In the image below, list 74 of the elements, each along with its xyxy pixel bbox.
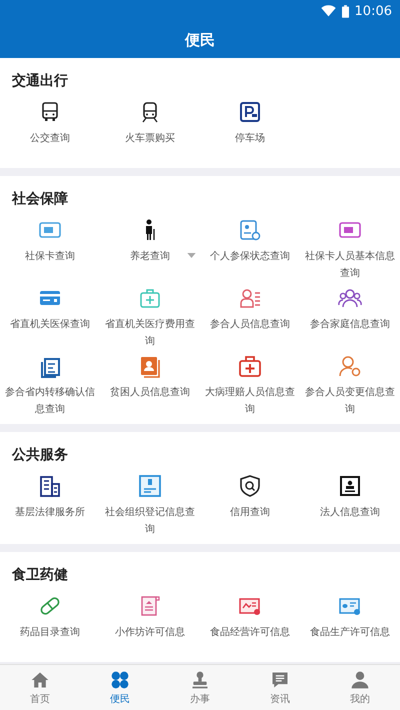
service-item[interactable]: 停车场 bbox=[200, 100, 300, 162]
service-item[interactable]: 个人参保状态查询 bbox=[200, 218, 300, 282]
service-label: 食品生产许可信息 bbox=[309, 626, 391, 640]
portrait-icon bbox=[138, 354, 162, 378]
page-title: 便民 bbox=[185, 30, 215, 50]
service-item[interactable]: 社会组织登记信息查询 bbox=[100, 474, 200, 538]
service-label: 药品目录查询 bbox=[19, 626, 81, 640]
stamp-icon bbox=[190, 670, 210, 690]
service-label: 火车票购买 bbox=[124, 132, 176, 146]
service-item[interactable]: 食品经营许可信息 bbox=[200, 594, 300, 656]
nav-tab[interactable]: 便民 bbox=[80, 665, 160, 710]
service-item[interactable]: 参合人员变更信息查询 bbox=[300, 354, 400, 418]
service-label: 参合家庭信息查询 bbox=[309, 318, 391, 332]
service-item[interactable]: 公交查询 bbox=[0, 100, 100, 162]
person-gear-icon bbox=[338, 354, 362, 378]
service-label: 省直机关医疗费用查询 bbox=[104, 318, 196, 349]
service-label: 食品经营许可信息 bbox=[209, 626, 291, 640]
service-item[interactable]: 参合人员信息查询 bbox=[200, 286, 300, 350]
certificate-icon bbox=[138, 474, 162, 498]
section-title: 社会保障 bbox=[10, 190, 68, 208]
service-label: 参合人员变更信息查询 bbox=[304, 386, 396, 417]
person-icon bbox=[350, 670, 370, 690]
nav-tab[interactable]: 资讯 bbox=[240, 665, 320, 710]
service-label: 个人参保状态查询 bbox=[209, 250, 291, 264]
nav-tab[interactable]: 我的 bbox=[320, 665, 400, 710]
shield-search-icon bbox=[238, 474, 262, 498]
status-time: 10:06 bbox=[354, 4, 392, 18]
service-label: 法人信息查询 bbox=[319, 506, 381, 520]
service-label: 社会组织登记信息查询 bbox=[104, 506, 196, 537]
service-label: 大病理赔人员信息查询 bbox=[204, 386, 296, 417]
service-label: 社保卡查询 bbox=[24, 250, 76, 264]
service-item[interactable]: 小作坊许可信息 bbox=[100, 594, 200, 656]
service-label: 参合省内转移确认信息查询 bbox=[4, 386, 96, 417]
service-item[interactable]: 火车票购买 bbox=[100, 100, 200, 162]
service-item[interactable]: 省直机关医疗费用查询 bbox=[100, 286, 200, 350]
service-item[interactable]: 参合省内转移确认信息查询 bbox=[0, 354, 100, 418]
service-label: 参合人员信息查询 bbox=[209, 318, 291, 332]
profile-card-icon bbox=[338, 474, 362, 498]
wifi-icon bbox=[320, 5, 336, 17]
first-aid-kit-icon bbox=[238, 354, 262, 378]
service-label: 贫困人员信息查询 bbox=[109, 386, 191, 400]
service-label: 养老查询 bbox=[129, 250, 171, 264]
service-item[interactable]: 大病理赔人员信息查询 bbox=[200, 354, 300, 418]
building-icon bbox=[38, 474, 62, 498]
service-item[interactable]: 养老查询 bbox=[100, 218, 200, 282]
battery-icon bbox=[342, 4, 349, 18]
service-label: 停车场 bbox=[234, 132, 266, 146]
id-card-icon bbox=[238, 218, 262, 242]
service-label: 小作坊许可信息 bbox=[114, 626, 186, 640]
four-leaf-grid-icon bbox=[110, 670, 130, 690]
service-label: 公交查询 bbox=[29, 132, 71, 146]
service-item[interactable]: 贫困人员信息查询 bbox=[100, 354, 200, 418]
message-icon bbox=[270, 670, 290, 690]
section-title: 公共服务 bbox=[10, 446, 68, 464]
service-item[interactable]: 社保卡查询 bbox=[0, 218, 100, 282]
section-title: 交通出行 bbox=[11, 72, 68, 90]
home-icon bbox=[30, 670, 50, 690]
service-item[interactable]: 药品目录查询 bbox=[0, 594, 100, 656]
service-item[interactable]: 基层法律服务所 bbox=[0, 474, 100, 538]
service-item[interactable]: 参合家庭信息查询 bbox=[300, 286, 400, 350]
service-label: 信用查询 bbox=[229, 506, 271, 520]
service-item[interactable]: 法人信息查询 bbox=[300, 474, 400, 538]
service-item[interactable]: 省直机关医保查询 bbox=[0, 286, 100, 350]
nav-tab[interactable]: 办事 bbox=[160, 665, 240, 710]
service-item[interactable]: 社保卡人员基本信息查询 bbox=[300, 218, 400, 282]
service-item[interactable]: 食品生产许可信息 bbox=[300, 594, 400, 656]
caret-icon[interactable] bbox=[187, 253, 196, 258]
service-item[interactable]: 信用查询 bbox=[200, 474, 300, 538]
parking-icon bbox=[238, 100, 262, 124]
nav-tab[interactable]: 首页 bbox=[0, 665, 80, 710]
service-label: 社保卡人员基本信息查询 bbox=[304, 250, 396, 281]
section-title: 食卫药健 bbox=[10, 566, 68, 584]
service-label: 基层法律服务所 bbox=[14, 506, 86, 520]
service-label: 省直机关医保查询 bbox=[9, 318, 91, 332]
